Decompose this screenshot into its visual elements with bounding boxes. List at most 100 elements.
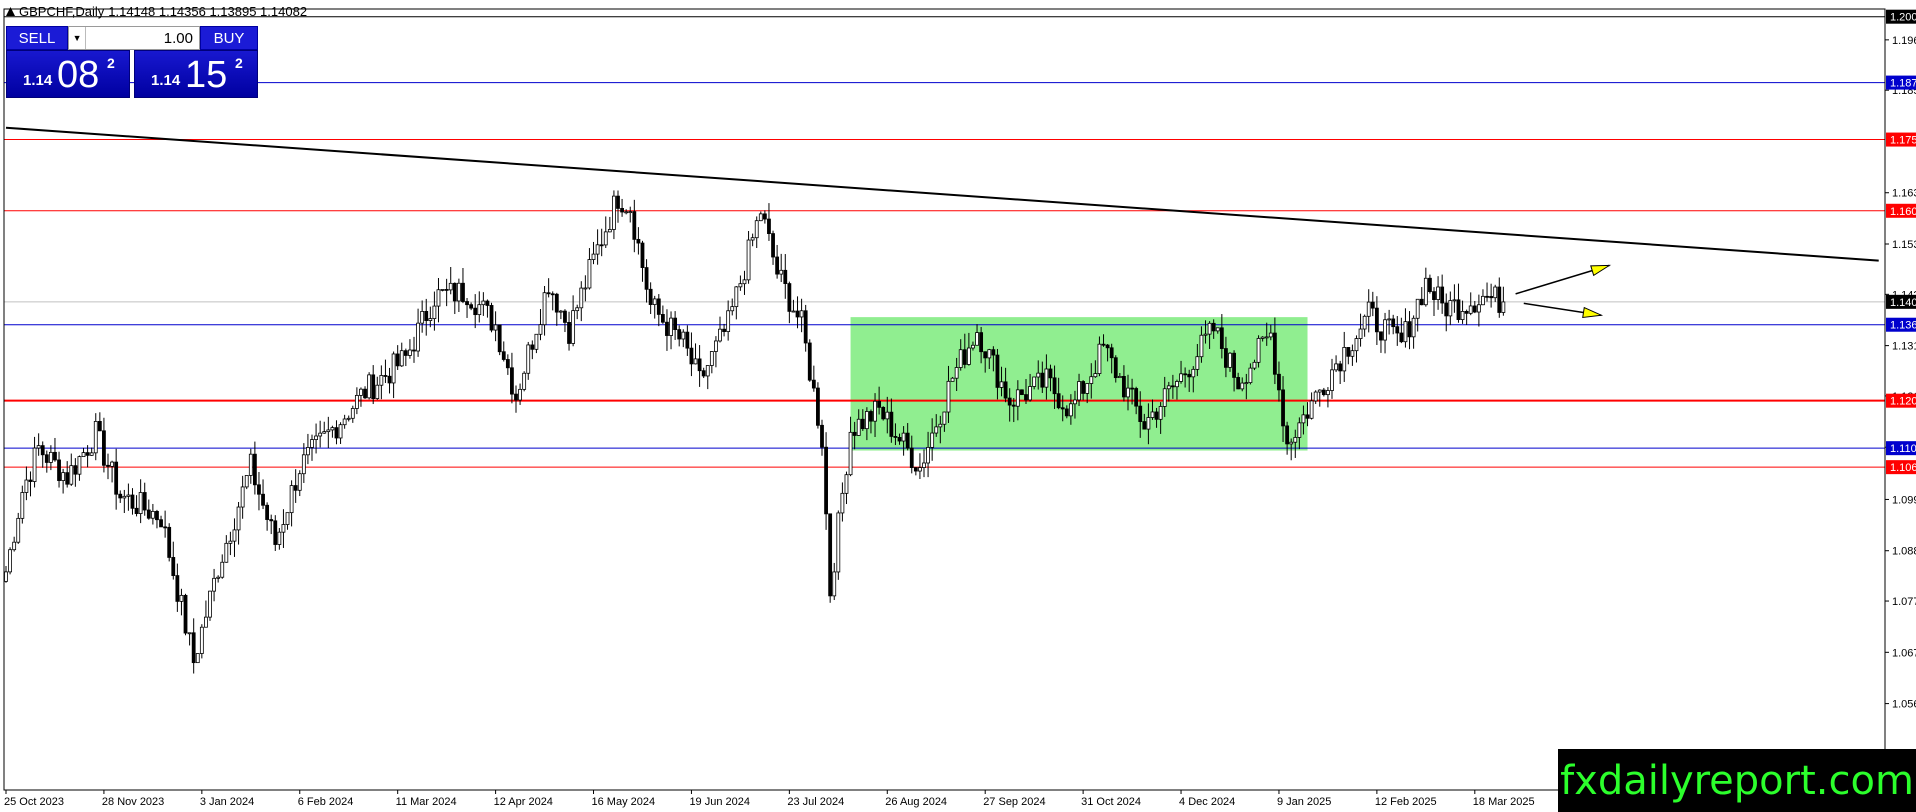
- x-tick-label: 11 Mar 2024: [396, 796, 457, 808]
- candle: [689, 332, 694, 377]
- candle: [881, 406, 886, 421]
- candle-body: [428, 318, 433, 321]
- candle: [277, 528, 282, 550]
- candle-body: [208, 590, 212, 618]
- candle: [591, 241, 596, 265]
- lot-dropdown-icon[interactable]: ▼: [69, 27, 87, 49]
- candle-body: [873, 400, 877, 422]
- candle-body: [918, 467, 922, 472]
- candle: [216, 575, 221, 583]
- candle: [526, 341, 531, 380]
- candle: [424, 298, 429, 336]
- candle: [795, 296, 800, 329]
- candle-body: [110, 461, 114, 467]
- candle-body: [322, 431, 327, 434]
- candle-body: [571, 310, 576, 344]
- candle-body: [742, 279, 747, 285]
- candle: [514, 385, 518, 413]
- candle-body: [534, 333, 539, 350]
- candle-body: [848, 431, 853, 476]
- sell-button[interactable]: SELL: [6, 26, 68, 50]
- candle: [493, 311, 498, 342]
- candle-body: [297, 473, 302, 491]
- sell-price-box[interactable]: 1.14 08 2: [6, 50, 130, 98]
- candle: [448, 266, 453, 295]
- buy-price-box[interactable]: 1.14 15 2: [134, 50, 258, 98]
- candle-body: [1007, 397, 1012, 406]
- y-tick-label: 1.16380: [1892, 188, 1916, 200]
- sell-price-pips: 08: [57, 54, 100, 96]
- candle-body: [212, 577, 216, 592]
- candle-body: [448, 282, 453, 291]
- price-tag: 1.18700: [1886, 75, 1916, 90]
- price-chart[interactable]: 1.196001.185401.163801.153001.142401.131…: [0, 0, 1916, 812]
- candle-body: [901, 432, 906, 442]
- candle-body: [102, 430, 106, 466]
- candle: [477, 291, 482, 323]
- candle-body: [1048, 368, 1053, 379]
- candle-body: [1444, 302, 1449, 317]
- candle: [767, 203, 771, 241]
- price-tag-label: 1.11000: [1890, 443, 1916, 455]
- arrow-head: [1582, 306, 1604, 319]
- candle: [1476, 294, 1481, 327]
- candle: [57, 451, 61, 488]
- candle-body: [89, 452, 94, 456]
- candle: [179, 588, 184, 616]
- candle-body: [195, 653, 200, 664]
- candle-body: [1468, 305, 1473, 314]
- direction-arrow: [1515, 264, 1612, 295]
- candle-body: [889, 411, 894, 437]
- candle: [799, 298, 804, 333]
- candle-body: [1117, 376, 1122, 379]
- lot-size-input[interactable]: [86, 27, 199, 49]
- candle-body: [354, 394, 359, 409]
- candle-body: [832, 571, 837, 597]
- candle-body: [379, 375, 384, 386]
- candle: [754, 216, 759, 248]
- candle: [138, 479, 143, 524]
- candle: [616, 190, 620, 223]
- buy-button[interactable]: BUY: [200, 26, 258, 50]
- candle: [114, 448, 119, 510]
- candle: [257, 471, 261, 511]
- y-tick-label: 1.06700: [1892, 647, 1916, 659]
- candle: [816, 382, 820, 429]
- candle: [183, 593, 188, 636]
- sell-price-fraction: 2: [107, 55, 115, 71]
- candle-body: [289, 485, 294, 514]
- candle-body: [983, 351, 988, 359]
- candle: [1497, 277, 1502, 318]
- candle-body: [510, 367, 514, 395]
- candle-body: [1342, 347, 1347, 372]
- candle: [130, 488, 135, 515]
- candle-body: [159, 519, 163, 528]
- candle: [546, 278, 551, 298]
- candle-body: [338, 424, 343, 439]
- candle-body: [754, 220, 759, 239]
- candle-body: [1020, 389, 1024, 395]
- candle: [803, 304, 808, 352]
- candle: [293, 469, 298, 503]
- candle: [1452, 284, 1457, 313]
- candle-body: [265, 504, 270, 520]
- candle: [1419, 287, 1424, 306]
- candle-body: [28, 479, 33, 482]
- candle: [16, 512, 21, 544]
- candle-body: [1354, 338, 1359, 352]
- candle-body: [252, 453, 257, 486]
- candle-body: [681, 331, 686, 340]
- candle: [297, 470, 302, 497]
- candle-body: [607, 229, 612, 233]
- candle: [1391, 314, 1396, 335]
- arrows-layer: [1515, 264, 1612, 319]
- candle: [836, 510, 841, 580]
- x-tick-label: 4 Dec 2024: [1179, 796, 1235, 808]
- candle: [807, 339, 812, 382]
- candle-body: [1064, 408, 1069, 417]
- candle: [395, 345, 400, 370]
- candle: [171, 541, 176, 580]
- candle: [69, 453, 74, 486]
- candle: [913, 467, 918, 476]
- candle: [408, 339, 412, 359]
